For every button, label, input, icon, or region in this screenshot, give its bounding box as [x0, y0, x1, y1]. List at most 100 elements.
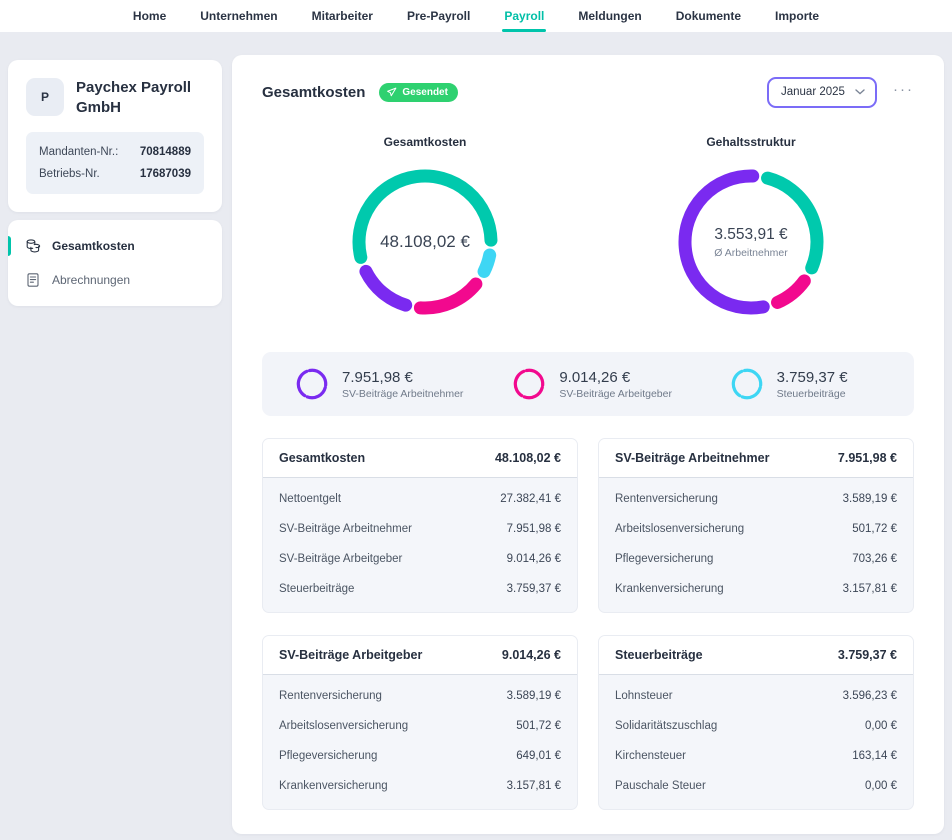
- row-value: 3.596,23 €: [843, 690, 897, 702]
- legend-value: 9.014,26 €: [559, 369, 672, 386]
- row-value: 501,72 €: [516, 720, 561, 732]
- mandanten-nr-value: 70814889: [140, 146, 191, 158]
- table-row: Arbeitslosenversicherung 501,72 €: [599, 514, 913, 544]
- status-badge-label: Gesendet: [402, 87, 448, 98]
- row-value: 3.157,81 €: [507, 780, 561, 792]
- table-row: Krankenversicherung 3.157,81 €: [263, 771, 577, 801]
- row-label: Lohnsteuer: [615, 690, 673, 702]
- pink-ring-icon: [512, 367, 546, 401]
- top-navigation: Home Unternehmen Mitarbeiter Pre-Payroll…: [0, 0, 952, 32]
- coins-icon: [25, 238, 41, 254]
- row-label: Steuerbeiträge: [279, 583, 354, 595]
- row-label: Pflegeversicherung: [615, 553, 713, 565]
- row-value: 0,00 €: [865, 780, 897, 792]
- period-select[interactable]: Januar 2025: [767, 77, 877, 108]
- row-label: Solidaritätszuschlag: [615, 720, 717, 732]
- company-info-box: Mandanten-Nr.: 70814889 Betriebs-Nr. 176…: [26, 132, 204, 194]
- legend-value: 7.951,98 €: [342, 369, 463, 386]
- nav-item-mitarbeiter[interactable]: Mitarbeiter: [312, 0, 373, 32]
- cyan-ring-icon: [730, 367, 764, 401]
- charts-section: Gesamtkosten 48.108,02 € Gehaltsstruktur…: [262, 135, 914, 322]
- chart-title: Gesamtkosten: [384, 135, 467, 149]
- gesamtkosten-chart: Gesamtkosten 48.108,02 €: [262, 135, 588, 322]
- nav-item-importe[interactable]: Importe: [775, 0, 819, 32]
- send-icon: [387, 87, 397, 97]
- row-value: 649,01 €: [516, 750, 561, 762]
- table-row: Pflegeversicherung 703,26 €: [599, 544, 913, 574]
- company-info-row: Mandanten-Nr.: 70814889: [39, 141, 191, 163]
- row-value: 9.014,26 €: [507, 553, 561, 565]
- table-title: SV-Beiträge Arbeitnehmer: [615, 451, 769, 465]
- table-row: Pauschale Steuer 0,00 €: [599, 771, 913, 801]
- nav-item-unternehmen[interactable]: Unternehmen: [200, 0, 277, 32]
- page-title: Gesamtkosten: [262, 84, 365, 101]
- row-label: Rentenversicherung: [279, 690, 382, 702]
- gesamtkosten-donut-chart: [345, 162, 505, 327]
- legend-value: 3.759,37 €: [777, 369, 848, 386]
- legend-item-steuerbeitraege: 3.759,37 € Steuerbeiträge: [697, 367, 914, 401]
- row-value: 703,26 €: [852, 553, 897, 565]
- purple-ring-icon: [295, 367, 329, 401]
- panel-header: Gesamtkosten Gesendet Januar 2025: [262, 75, 914, 109]
- row-label: Arbeitslosenversicherung: [279, 720, 408, 732]
- table-header: Steuerbeiträge 3.759,37 €: [599, 636, 913, 675]
- table-row: Krankenversicherung 3.157,81 €: [599, 574, 913, 604]
- row-value: 0,00 €: [865, 720, 897, 732]
- table-row: SV-Beiträge Arbeitgeber 9.014,26 €: [263, 544, 577, 574]
- row-label: Krankenversicherung: [615, 583, 724, 595]
- nav-item-home[interactable]: Home: [133, 0, 166, 32]
- period-select-value: Januar 2025: [781, 86, 845, 98]
- main-panel: Gesamtkosten Gesendet Januar 2025: [232, 55, 944, 834]
- table-row: Pflegeversicherung 649,01 €: [263, 741, 577, 771]
- row-label: Rentenversicherung: [615, 493, 718, 505]
- sidebar-item-abrechnungen[interactable]: Abrechnungen: [8, 263, 222, 297]
- table-header: Gesamtkosten 48.108,02 €: [263, 439, 577, 478]
- more-options-button[interactable]: ···: [893, 82, 914, 103]
- table-row: Lohnsteuer 3.596,23 €: [599, 681, 913, 711]
- row-label: Pflegeversicherung: [279, 750, 377, 762]
- row-value: 501,72 €: [852, 523, 897, 535]
- table-row: Kirchensteuer 163,14 €: [599, 741, 913, 771]
- table-steuerbeitraege: Steuerbeiträge 3.759,37 € Lohnsteuer 3.5…: [598, 635, 914, 810]
- sidebar-item-label: Abrechnungen: [52, 273, 130, 287]
- sidebar-item-gesamtkosten[interactable]: Gesamtkosten: [8, 229, 222, 263]
- nav-item-payroll[interactable]: Payroll: [504, 0, 544, 32]
- table-sv-arbeitnehmer: SV-Beiträge Arbeitnehmer 7.951,98 € Rent…: [598, 438, 914, 613]
- table-total: 3.759,37 €: [838, 648, 897, 662]
- row-value: 3.589,19 €: [843, 493, 897, 505]
- table-title: SV-Beiträge Arbeitgeber: [279, 648, 422, 662]
- table-row: Solidaritätszuschlag 0,00 €: [599, 711, 913, 741]
- nav-item-dokumente[interactable]: Dokumente: [676, 0, 741, 32]
- table-total: 7.951,98 €: [838, 451, 897, 465]
- row-label: SV-Beiträge Arbeitgeber: [279, 553, 402, 565]
- table-row: Rentenversicherung 3.589,19 €: [263, 681, 577, 711]
- gehaltsstruktur-chart: Gehaltsstruktur 3.553,91 € Ø Arbeitnehme…: [588, 135, 914, 322]
- row-label: Kirchensteuer: [615, 750, 686, 762]
- legend-label: SV-Beiträge Arbeitnehmer: [342, 388, 463, 400]
- status-badge: Gesendet: [379, 83, 458, 102]
- table-gesamtkosten: Gesamtkosten 48.108,02 € Nettoentgelt 27…: [262, 438, 578, 613]
- chart-title: Gehaltsstruktur: [706, 135, 795, 149]
- sidebar-item-label: Gesamtkosten: [52, 239, 135, 253]
- invoice-icon: [25, 272, 41, 288]
- company-avatar: P: [26, 78, 64, 116]
- legend-item-sv-arbeitgeber: 9.014,26 € SV-Beiträge Arbeitgeber: [479, 367, 696, 401]
- nav-item-pre-payroll[interactable]: Pre-Payroll: [407, 0, 470, 32]
- table-row: Nettoentgelt 27.382,41 €: [263, 484, 577, 514]
- table-row: Rentenversicherung 3.589,19 €: [599, 484, 913, 514]
- table-row: Arbeitslosenversicherung 501,72 €: [263, 711, 577, 741]
- betriebs-nr-label: Betriebs-Nr.: [39, 168, 100, 180]
- row-label: Arbeitslosenversicherung: [615, 523, 744, 535]
- row-label: Pauschale Steuer: [615, 780, 706, 792]
- sidebar: P Paychex Payroll GmbH Mandanten-Nr.: 70…: [8, 60, 222, 306]
- legend-label: Steuerbeiträge: [777, 388, 848, 400]
- mandanten-nr-label: Mandanten-Nr.:: [39, 146, 118, 158]
- row-value: 163,14 €: [852, 750, 897, 762]
- row-label: Nettoentgelt: [279, 493, 341, 505]
- company-info-row: Betriebs-Nr. 17687039: [39, 163, 191, 185]
- row-label: Krankenversicherung: [279, 780, 388, 792]
- sidebar-menu: Gesamtkosten Abrechnungen: [8, 220, 222, 306]
- row-value: 3.759,37 €: [507, 583, 561, 595]
- company-name: Paychex Payroll GmbH: [76, 78, 204, 117]
- nav-item-meldungen[interactable]: Meldungen: [578, 0, 641, 32]
